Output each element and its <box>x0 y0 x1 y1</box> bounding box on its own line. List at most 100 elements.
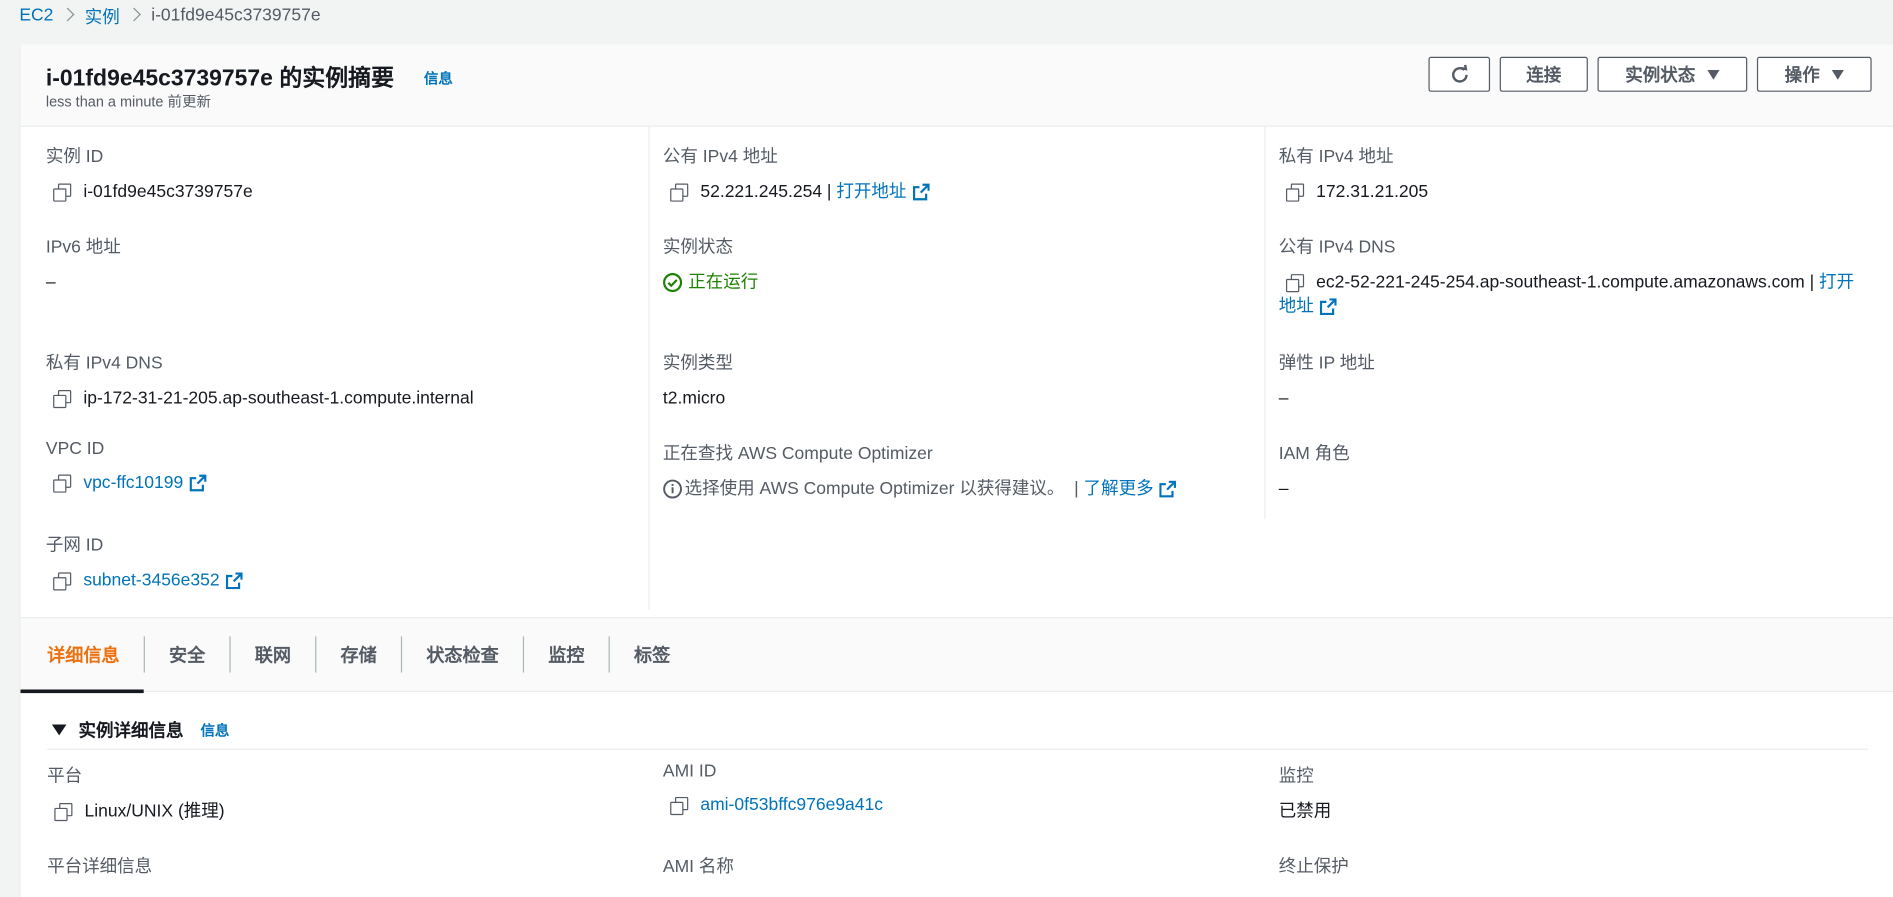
instance-state-label: 实例状态 <box>1625 66 1696 86</box>
field-label: 实例状态 <box>662 237 733 258</box>
compute-optimizer-field: 正在查找 AWS Compute Optimizer 选择使用 AWS Comp… <box>663 440 1267 502</box>
subnet-id-link[interactable]: subnet-3456e352 <box>83 569 219 593</box>
vpc-id-link[interactable]: vpc-ffc10199 <box>83 471 183 495</box>
ipv6-field: IPv6 地址 – <box>46 233 650 295</box>
tab-networking[interactable]: 联网 <box>231 617 316 692</box>
copy-icon[interactable] <box>53 571 72 590</box>
open-address-link[interactable]: 打开 <box>1819 270 1854 294</box>
field-label: 正在查找 AWS Compute Optimizer <box>662 444 933 464</box>
private-dns-value: ip-172-31-21-205.ap-southeast-1.compute.… <box>83 388 474 409</box>
field-label: 平台详细信息 <box>47 857 153 877</box>
instance-type-value: t2.micro <box>662 388 726 409</box>
separator: | <box>1074 479 1079 499</box>
breadcrumb-instances[interactable]: 实例 <box>85 3 120 28</box>
open-address-link[interactable]: 打开地址 <box>836 180 906 204</box>
caret-down-icon <box>51 724 67 736</box>
field-label: 公有 IPv4 地址 <box>662 147 778 167</box>
iam-role-field: IAM 角色 – <box>1279 440 1883 502</box>
field-label: 公有 IPv4 DNS <box>1278 237 1396 258</box>
external-link-icon <box>912 183 930 201</box>
instance-id-field: 实例 ID i-01fd9e45c3739757e <box>46 142 650 204</box>
private-dns-field: 私有 IPv4 DNS ip-172-31-21-205.ap-southeas… <box>46 349 650 411</box>
copy-icon[interactable] <box>53 182 72 202</box>
tab-details[interactable]: 详细信息 <box>20 617 144 694</box>
public-dns-value: ec2-52-221-245-254.ap-southeast-1.comput… <box>1316 272 1805 293</box>
field-label: 私有 IPv4 地址 <box>1278 147 1394 167</box>
field-label: VPC ID <box>45 439 105 459</box>
separator: | <box>826 182 832 202</box>
instance-details-header[interactable]: 实例详细信息 信息 <box>51 717 229 742</box>
platform-details-field: 平台详细信息 <box>47 852 651 877</box>
copy-icon[interactable] <box>1285 273 1305 292</box>
external-link-icon <box>1159 480 1177 498</box>
public-ipv4-value: 52.221.245.254 <box>700 182 823 202</box>
public-ipv4-field: 公有 IPv4 地址 52.221.245.254 | 打开地址 <box>663 142 1267 204</box>
termination-protection-field: 终止保护 <box>1279 852 1883 877</box>
caret-down-icon <box>1707 69 1720 80</box>
actions-label: 操作 <box>1784 66 1820 86</box>
connect-button[interactable]: 连接 <box>1499 56 1588 92</box>
header-info-link[interactable]: 信息 <box>424 68 453 89</box>
copy-icon[interactable] <box>670 796 689 815</box>
monitoring-value: 已禁用 <box>1278 801 1332 822</box>
status-ok-icon <box>663 273 683 293</box>
last-updated: less than a minute 前更新 <box>45 92 211 110</box>
field-label: IPv6 地址 <box>45 237 121 258</box>
refresh-icon <box>1451 64 1468 83</box>
field-label: 监控 <box>1278 766 1314 787</box>
summary-header: i-01fd9e45c3739757e 的实例摘要 信息 less than a… <box>20 44 1893 127</box>
elastic-ip-field: 弹性 IP 地址 – <box>1279 349 1883 411</box>
instance-state-value: 正在运行 <box>688 272 759 293</box>
tab-storage[interactable]: 存储 <box>316 617 401 692</box>
caret-down-icon <box>1831 69 1844 80</box>
section-divider <box>47 748 1869 750</box>
copy-icon[interactable] <box>1285 182 1305 202</box>
external-link-icon <box>189 474 207 492</box>
details-tabs: 详细信息 安全 联网 存储 状态检查 监控 标签 <box>20 617 1893 694</box>
actions-dropdown[interactable]: 操作 <box>1756 56 1872 92</box>
subnet-id-field: 子网 ID subnet-3456e352 <box>46 531 650 593</box>
instance-summary-panel: i-01fd9e45c3739757e 的实例摘要 信息 less than a… <box>19 44 1893 897</box>
field-label: AMI ID <box>662 761 717 782</box>
private-ipv4-field: 私有 IPv4 地址 172.31.21.205 <box>1279 142 1883 204</box>
optimizer-message: 选择使用 AWS Compute Optimizer 以获得建议。 <box>684 479 1065 499</box>
details-info-link[interactable]: 信息 <box>200 720 229 741</box>
field-label: AMI 名称 <box>662 857 734 877</box>
refresh-button[interactable] <box>1428 56 1491 92</box>
elastic-ip-value: – <box>1278 388 1289 409</box>
instance-id-value: i-01fd9e45c3739757e <box>83 182 253 202</box>
tab-security[interactable]: 安全 <box>145 617 230 692</box>
monitoring-field: 监控 已禁用 <box>1279 762 1883 824</box>
learn-more-link[interactable]: 了解更多 <box>1084 477 1154 501</box>
connect-label: 连接 <box>1526 66 1562 86</box>
external-link-icon <box>225 572 243 590</box>
external-link-icon <box>1319 298 1337 316</box>
breadcrumb-ec2[interactable]: EC2 <box>19 6 53 25</box>
platform-value: Linux/UNIX (推理) <box>84 801 225 822</box>
copy-icon[interactable] <box>54 802 73 821</box>
open-address-link-cont[interactable]: 地址 <box>1279 295 1314 319</box>
ami-name-field: AMI 名称 <box>663 852 1267 877</box>
tab-status-checks[interactable]: 状态检查 <box>402 617 523 692</box>
ami-id-link[interactable]: ami-0f53bffc976e9a41c <box>700 793 883 817</box>
separator: | <box>1809 272 1815 293</box>
copy-icon[interactable] <box>53 473 72 493</box>
tab-tags[interactable]: 标签 <box>610 617 695 692</box>
info-circle-icon <box>663 479 682 499</box>
private-ipv4-value: 172.31.21.205 <box>1316 182 1429 202</box>
field-label: IAM 角色 <box>1278 444 1350 464</box>
instance-state-dropdown[interactable]: 实例状态 <box>1597 56 1748 92</box>
page-title: i-01fd9e45c3739757e 的实例摘要 <box>45 66 395 92</box>
iam-role-value: – <box>1278 479 1289 499</box>
copy-icon[interactable] <box>53 389 72 408</box>
tab-monitoring[interactable]: 监控 <box>524 617 609 692</box>
public-dns-field: 公有 IPv4 DNS ec2-52-221-245-254.ap-southe… <box>1279 233 1883 319</box>
field-label: 平台 <box>47 766 83 787</box>
field-label: 弹性 IP 地址 <box>1278 353 1375 374</box>
breadcrumb-current: i-01fd9e45c3739757e <box>151 6 321 26</box>
instance-type-field: 实例类型 t2.micro <box>663 349 1267 411</box>
platform-field: 平台 Linux/UNIX (推理) <box>47 762 651 824</box>
section-title: 实例详细信息 <box>78 722 184 742</box>
field-label: 实例 ID <box>45 147 104 167</box>
copy-icon[interactable] <box>670 182 689 202</box>
